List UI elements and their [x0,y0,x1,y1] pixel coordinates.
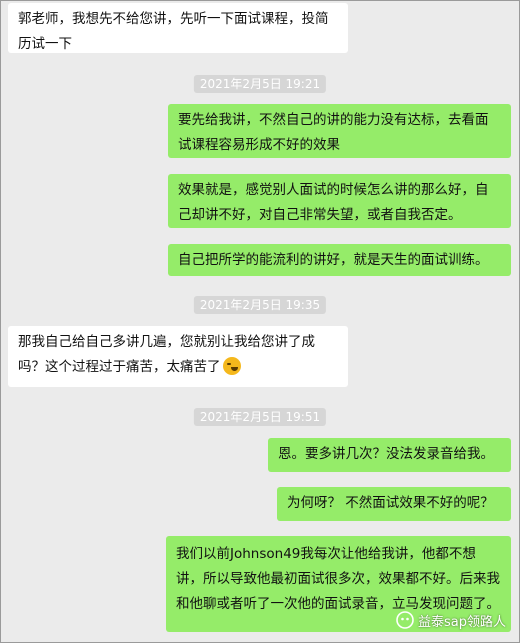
message-bubble-sent[interactable]: 自己把所学的能流利的讲好，就是天生的面试训练。 [168,244,511,276]
message-text: 恩。要多讲几次？没法发录音给我。 [278,446,494,462]
message-text: 那我自己给自己多讲几遍，您就别让我给您讲了成吗？这个过程过于痛苦，太痛苦了 [18,334,315,375]
message-bubble-received[interactable]: 那我自己给自己多讲几遍，您就别让我给您讲了成吗？这个过程过于痛苦，太痛苦了 [8,326,348,387]
message-text: 效果就是，感觉别人面试的时候怎么讲的那么好，自己却讲不好，对自己非常失望，或者自… [178,182,489,223]
message-bubble-received[interactable]: 郭老师，我想先不给您讲，先听一下面试课程，投简历试一下 [8,3,348,53]
watermark-text: 益泰sap领路人 [418,614,506,630]
timestamp: 2021年2月5日 19:51 [193,408,327,426]
message-text: 要先给我讲，不然自己的讲的能力没有达标，去看面试课程容易形成不好的效果 [178,112,489,153]
message-text: 为何呀？ 不然面试效果不好的呢？ [287,495,494,511]
timestamp: 2021年2月5日 19:21 [193,75,327,93]
message-bubble-sent[interactable]: 恩。要多讲几次？没法发录音给我。 [268,438,511,472]
wechat-official-icon [396,611,414,629]
message-text: 郭老师，我想先不给您讲，先听一下面试课程，投简历试一下 [18,11,329,52]
message-bubble-sent[interactable]: 效果就是，感觉别人面试的时候怎么讲的那么好，自己却讲不好，对自己非常失望，或者自… [168,174,511,228]
message-bubble-sent[interactable]: 要先给我讲，不然自己的讲的能力没有达标，去看面试课程容易形成不好的效果 [168,104,511,158]
watermark: 益泰sap领路人 [396,609,506,631]
crying-face-emoji-icon [222,357,241,375]
message-bubble-sent[interactable]: 为何呀？ 不然面试效果不好的呢？ [277,487,511,521]
message-text: 自己把所学的能流利的讲好，就是天生的面试训练。 [178,252,489,268]
timestamp: 2021年2月5日 19:35 [193,296,327,314]
message-text: 我们以前Johnson49我每次让他给我讲，他都不想讲，所以导致他最初面试很多次… [176,546,500,612]
